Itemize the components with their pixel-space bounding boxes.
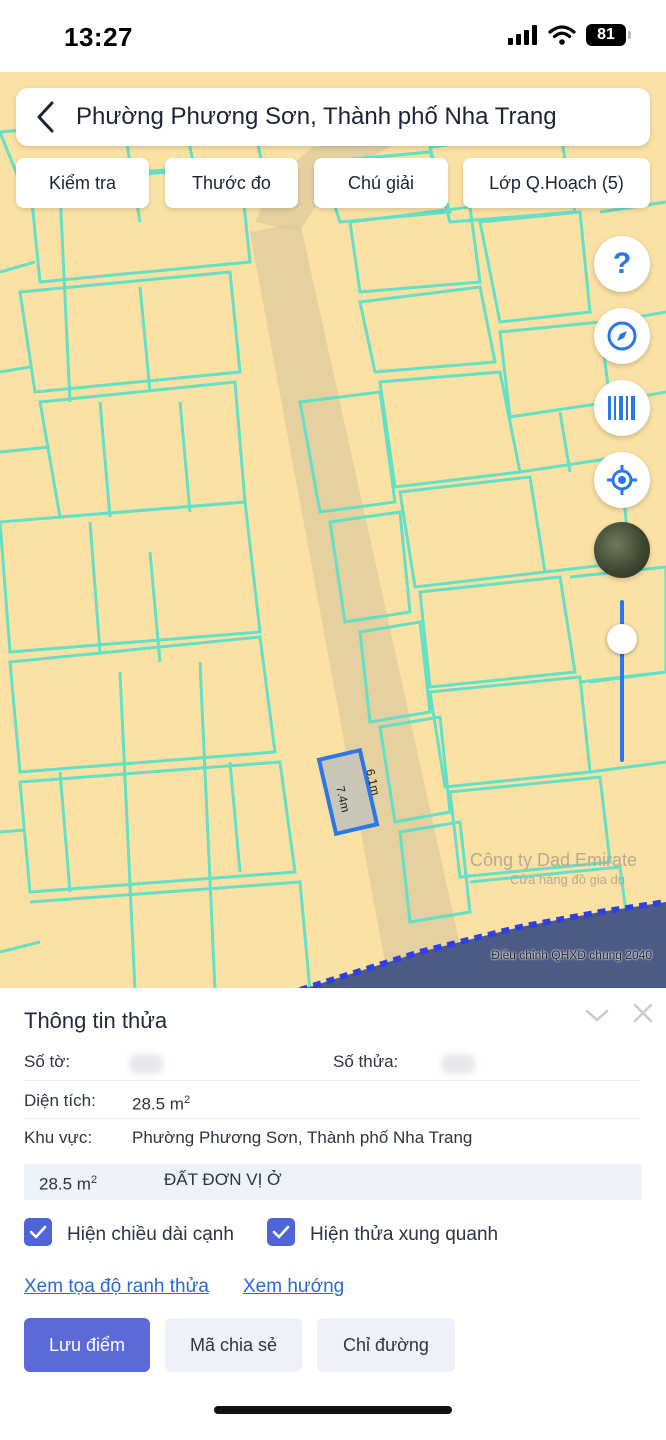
satellite-toggle-button[interactable] xyxy=(594,522,650,578)
location-header: Phường Phương Sơn, Thành phố Nha Trang xyxy=(16,88,650,146)
sheet-title: Thông tin thửa xyxy=(24,1008,168,1033)
share-code-button[interactable]: Mã chia sẻ xyxy=(165,1318,302,1372)
planning-layer-chip[interactable]: Lớp Q.Hoạch (5) xyxy=(463,158,650,208)
area-value: 28.5 m2 xyxy=(132,1094,191,1114)
help-button[interactable]: ? xyxy=(594,236,650,292)
map-caption: Điều chỉnh QHXD chung 2040 xyxy=(491,948,652,962)
zoom-slider-handle[interactable] xyxy=(607,624,637,654)
show-neighbors-label[interactable]: Hiện thửa xung quanh xyxy=(310,1224,498,1246)
toolbar-chips: Kiểm tra Thước đo Chú giải Lớp Q.Hoạch (… xyxy=(16,158,650,208)
status-bar: 13:27 81 xyxy=(0,0,666,72)
question-icon: ? xyxy=(612,247,632,280)
battery-icon: 81 xyxy=(586,24,631,46)
directions-button[interactable]: Chỉ đường xyxy=(317,1318,455,1372)
region-label: Khu vực: xyxy=(24,1128,93,1147)
checkmark-icon xyxy=(29,1225,47,1239)
show-neighbors-checkbox[interactable] xyxy=(267,1218,295,1246)
compass-button[interactable] xyxy=(594,308,650,364)
location-title: Phường Phương Sơn, Thành phố Nha Trang xyxy=(76,103,557,130)
divider xyxy=(24,1080,640,1081)
landuse-row: 28.5 m2 ĐẤT ĐƠN VỊ Ở xyxy=(24,1164,642,1200)
store-label: Công ty Dad Emirate xyxy=(470,850,638,870)
view-boundary-coords-link[interactable]: Xem tọa độ ranh thửa xyxy=(24,1276,209,1298)
landuse-type: ĐẤT ĐƠN VỊ Ở xyxy=(164,1170,282,1189)
checkmark-icon xyxy=(272,1225,290,1239)
back-icon[interactable] xyxy=(22,88,70,146)
check-chip[interactable]: Kiểm tra xyxy=(16,158,149,208)
show-edge-length-checkbox[interactable] xyxy=(24,1218,52,1246)
close-icon[interactable] xyxy=(630,1000,656,1026)
compass-icon xyxy=(607,321,637,351)
locate-me-button[interactable] xyxy=(594,452,650,508)
collapse-chevron-icon[interactable] xyxy=(584,1002,610,1028)
ruler-chip[interactable]: Thước đo xyxy=(165,158,298,208)
status-icons: 81 xyxy=(508,24,631,46)
status-time: 13:27 xyxy=(64,22,133,52)
wifi-icon xyxy=(548,25,576,45)
view-direction-link[interactable]: Xem hướng xyxy=(243,1276,344,1298)
save-point-button[interactable]: Lưu điểm xyxy=(24,1318,150,1372)
store-sublabel: Cửa hàng đồ gia dụ xyxy=(510,872,625,887)
divider xyxy=(24,1118,640,1119)
show-edge-length-label[interactable]: Hiện chiều dài cạnh xyxy=(67,1224,234,1246)
cellular-signal-icon xyxy=(508,25,537,45)
region-value: Phường Phương Sơn, Thành phố Nha Trang xyxy=(132,1128,473,1147)
landuse-area: 28.5 m2 xyxy=(39,1174,98,1194)
barcode-button[interactable] xyxy=(594,380,650,436)
sheet-number-redacted xyxy=(128,1054,164,1074)
sheet-number-label: Số tờ: xyxy=(24,1052,71,1071)
parcel-info-sheet: Thông tin thửa Số tờ: Số thửa: Diện tích… xyxy=(0,988,666,1440)
parcel-number-redacted xyxy=(440,1054,476,1074)
home-indicator xyxy=(214,1406,452,1414)
barcode-icon xyxy=(608,396,635,420)
planning-strip xyxy=(300,902,666,990)
crosshair-icon xyxy=(607,465,637,495)
road-band xyxy=(250,222,470,990)
legend-chip[interactable]: Chú giải xyxy=(314,158,448,208)
area-label: Diện tích: xyxy=(24,1091,96,1110)
parcel-number-label: Số thửa: xyxy=(333,1052,399,1071)
